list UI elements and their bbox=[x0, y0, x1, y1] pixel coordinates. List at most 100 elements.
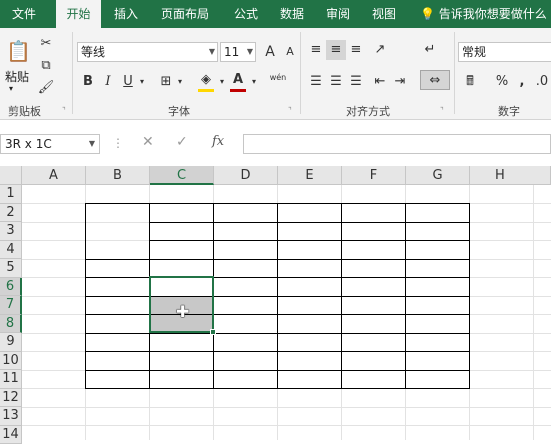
select-all-button[interactable] bbox=[0, 166, 22, 185]
column-header-b[interactable]: B bbox=[86, 166, 150, 185]
fill-handle[interactable] bbox=[210, 329, 216, 335]
column-header-d[interactable]: D bbox=[214, 166, 278, 185]
more-options-icon[interactable]: ⋮ bbox=[112, 136, 124, 150]
decrease-indent-icon[interactable]: ⇤ bbox=[370, 72, 390, 92]
cut-icon[interactable]: ✂ bbox=[36, 34, 56, 54]
align-center-icon[interactable]: ☰ bbox=[326, 72, 346, 92]
copy-icon[interactable]: ⧉ bbox=[36, 56, 56, 76]
percent-button[interactable]: % bbox=[492, 72, 512, 92]
align-left-icon[interactable]: ☰ bbox=[306, 72, 326, 92]
row-header-5[interactable]: 5 bbox=[0, 259, 22, 278]
chevron-down-icon: ▼ bbox=[89, 135, 95, 153]
cancel-entry-icon[interactable]: ✕ bbox=[142, 134, 154, 150]
increase-decimal-icon[interactable]: .0 bbox=[532, 72, 551, 92]
phonetic-guide-button[interactable]: wén bbox=[268, 68, 288, 88]
column-header-a[interactable]: A bbox=[22, 166, 86, 185]
tab-home[interactable]: 开始 bbox=[56, 0, 101, 28]
grow-font-button[interactable]: A bbox=[260, 42, 280, 62]
align-middle-icon[interactable]: ≡ bbox=[326, 40, 346, 60]
align-right-icon[interactable]: ☰ bbox=[346, 72, 366, 92]
row-header-4[interactable]: 4 bbox=[0, 241, 22, 260]
wrap-text-icon[interactable]: ↵ bbox=[420, 40, 440, 60]
row-header-14[interactable]: 14 bbox=[0, 426, 22, 444]
column-header-e[interactable]: E bbox=[278, 166, 342, 185]
row-header-2[interactable]: 2 bbox=[0, 204, 22, 223]
shrink-font-button[interactable]: A bbox=[280, 42, 300, 62]
number-format-value: 常规 bbox=[462, 45, 486, 59]
font-name-select[interactable]: 等线 ▼ bbox=[77, 42, 218, 62]
table-border bbox=[85, 370, 470, 371]
column-header-f[interactable]: F bbox=[342, 166, 406, 185]
align-bottom-icon[interactable]: ≡ bbox=[346, 40, 366, 60]
row-header-12[interactable]: 12 bbox=[0, 389, 22, 408]
chevron-down-icon[interactable]: ▾ bbox=[216, 72, 228, 92]
alignment-group-label: 对齐方式 bbox=[346, 103, 390, 119]
tab-insert[interactable]: 插入 bbox=[104, 0, 148, 28]
tab-file[interactable]: 文件 bbox=[0, 0, 48, 28]
row-header-13[interactable]: 13 bbox=[0, 407, 22, 426]
dialog-launcher-icon[interactable]: ⌝ bbox=[62, 106, 66, 115]
ribbon-tab-bar: 文件 开始 插入 页面布局 公式 数据 审阅 视图 💡 告诉我你想要做什么 bbox=[0, 0, 551, 28]
row-header-7[interactable]: 7 bbox=[0, 296, 22, 315]
table-border bbox=[85, 277, 470, 278]
font-group-label: 字体 bbox=[168, 103, 190, 119]
increase-indent-icon[interactable]: ⇥ bbox=[390, 72, 410, 92]
tab-view[interactable]: 视图 bbox=[362, 0, 406, 28]
column-header-h[interactable]: H bbox=[470, 166, 551, 185]
insert-function-icon[interactable]: fx bbox=[212, 134, 224, 149]
underline-button[interactable]: U bbox=[118, 72, 138, 92]
row-header-6[interactable]: 6 bbox=[0, 278, 22, 297]
tell-me-box[interactable]: 💡 告诉我你想要做什么 bbox=[420, 0, 547, 28]
worksheet-grid[interactable]: A B C D E F G H 1 2 3 4 5 6 7 8 9 10 11 … bbox=[0, 166, 551, 440]
chevron-down-icon[interactable]: ▾ bbox=[136, 72, 148, 92]
font-size-select[interactable]: 11 ▼ bbox=[220, 42, 256, 62]
table-border bbox=[149, 240, 470, 241]
font-size-value: 11 bbox=[224, 45, 239, 59]
tab-review[interactable]: 审阅 bbox=[316, 0, 360, 28]
cursor-icon: ✚ bbox=[176, 304, 189, 320]
align-top-icon[interactable]: ≡ bbox=[306, 40, 326, 60]
table-border bbox=[85, 259, 470, 260]
tab-page-layout[interactable]: 页面布局 bbox=[150, 0, 220, 28]
table-border bbox=[85, 333, 470, 334]
orientation-icon[interactable]: ↗ bbox=[370, 40, 390, 60]
tell-me-text: 告诉我你想要做什么 bbox=[439, 7, 547, 21]
row-header-9[interactable]: 9 bbox=[0, 333, 22, 352]
row-header-8[interactable]: 8 bbox=[0, 315, 22, 334]
column-header-g[interactable]: G bbox=[406, 166, 470, 185]
row-header-3[interactable]: 3 bbox=[0, 222, 22, 241]
font-color-icon[interactable]: A bbox=[228, 70, 248, 90]
merge-center-icon[interactable]: ⇔ bbox=[420, 70, 450, 90]
paste-button[interactable]: 粘贴 bbox=[5, 68, 29, 85]
fill-color-swatch bbox=[198, 89, 214, 92]
number-format-select[interactable]: 常规 bbox=[458, 42, 551, 62]
currency-icon[interactable]: 🖩 bbox=[460, 72, 480, 92]
row-header-11[interactable]: 11 bbox=[0, 370, 22, 389]
name-box[interactable]: 3R x 1C ▼ bbox=[0, 134, 100, 154]
chevron-down-icon[interactable]: ▾ bbox=[174, 72, 186, 92]
bold-button[interactable]: B bbox=[78, 72, 98, 92]
fill-color-icon[interactable]: ◈ bbox=[196, 70, 216, 90]
dialog-launcher-icon[interactable]: ⌝ bbox=[440, 106, 444, 115]
tab-data[interactable]: 数据 bbox=[270, 0, 314, 28]
format-painter-icon[interactable]: 🖌 bbox=[36, 78, 56, 98]
italic-button[interactable]: I bbox=[98, 72, 118, 92]
enter-entry-icon[interactable]: ✓ bbox=[176, 134, 188, 150]
gridline bbox=[22, 425, 551, 426]
chevron-down-icon[interactable]: ▾ bbox=[248, 72, 260, 92]
paste-dropdown-icon[interactable]: ▾ bbox=[9, 84, 13, 93]
tab-formulas[interactable]: 公式 bbox=[224, 0, 268, 28]
table-border bbox=[85, 296, 470, 297]
table-border bbox=[85, 388, 470, 389]
formula-input[interactable] bbox=[243, 134, 551, 154]
table-border bbox=[85, 314, 470, 315]
row-header-10[interactable]: 10 bbox=[0, 352, 22, 371]
column-header-c[interactable]: C bbox=[150, 166, 214, 185]
comma-button[interactable]: , bbox=[512, 72, 532, 92]
row-header-1[interactable]: 1 bbox=[0, 185, 22, 204]
clipboard-icon[interactable]: 📋 bbox=[6, 36, 28, 66]
chevron-down-icon: ▼ bbox=[209, 43, 215, 61]
border-icon[interactable]: ⊞ bbox=[156, 72, 176, 92]
dialog-launcher-icon[interactable]: ⌝ bbox=[288, 106, 292, 115]
font-name-value: 等线 bbox=[81, 45, 105, 59]
